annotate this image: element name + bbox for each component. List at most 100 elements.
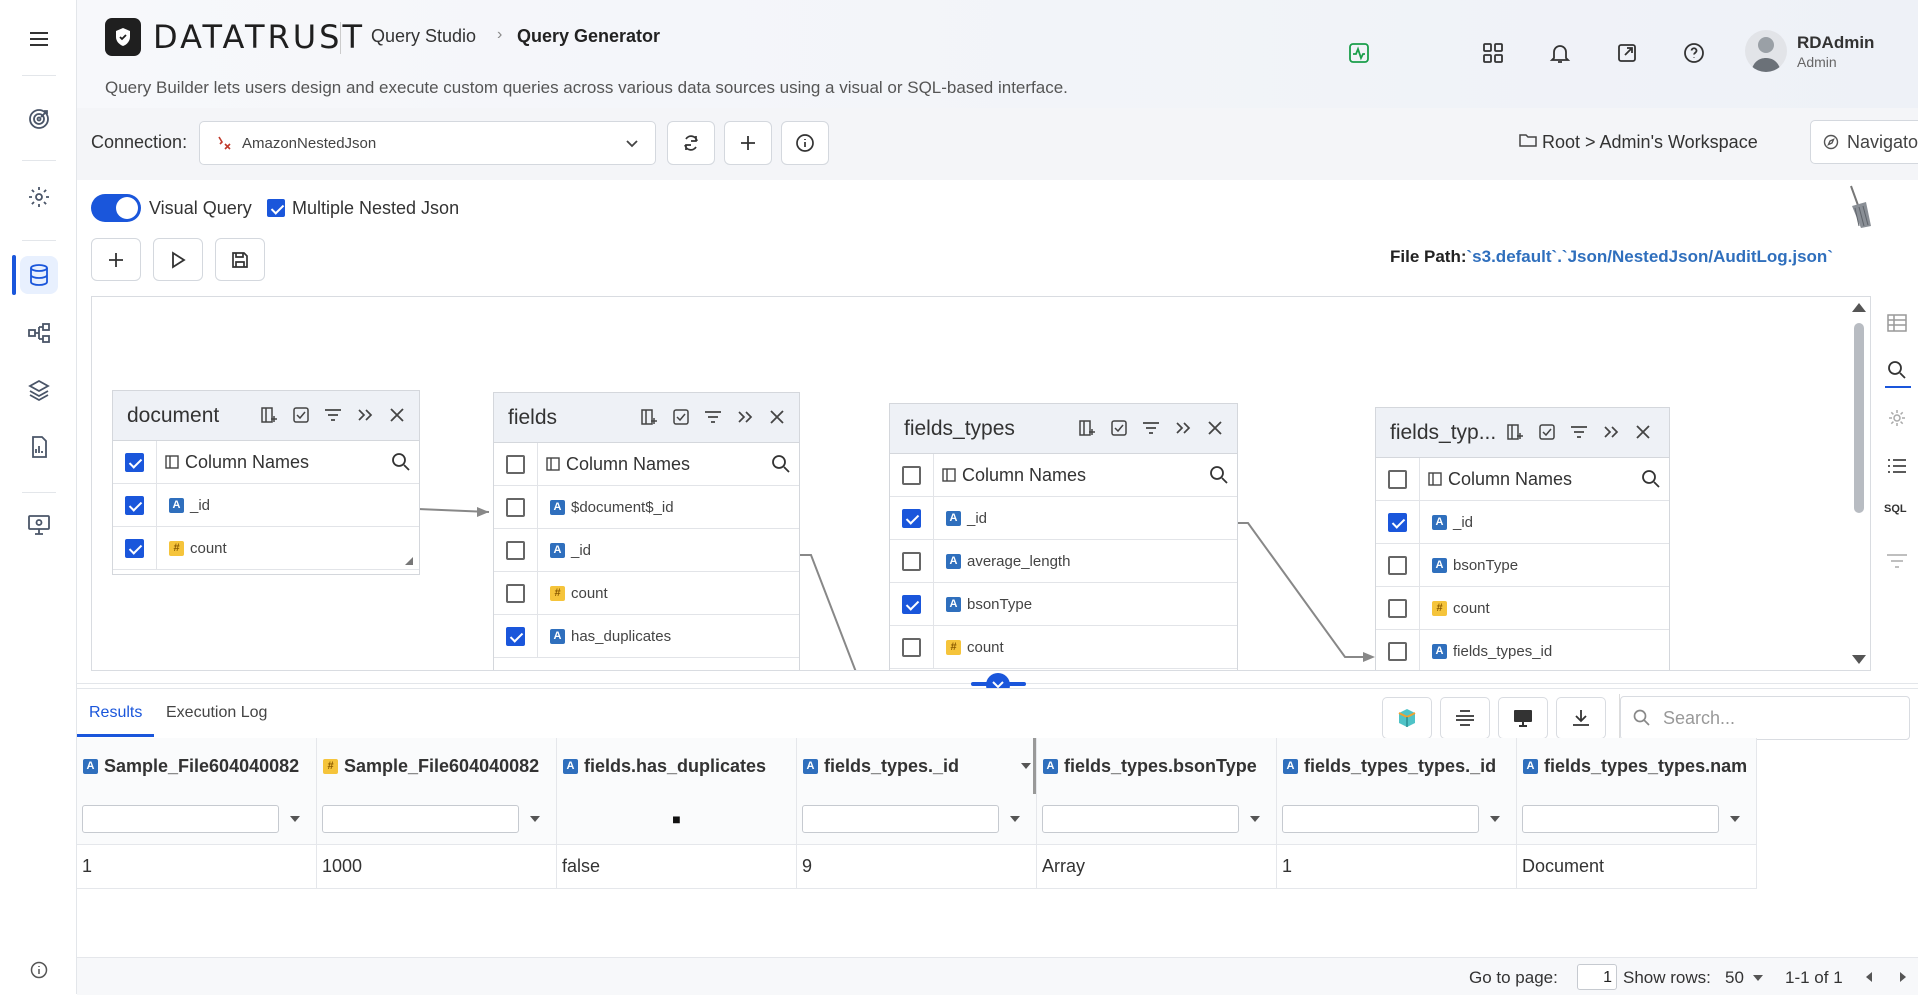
column-filter-input[interactable] bbox=[1522, 805, 1719, 833]
field-checkbox[interactable] bbox=[902, 637, 921, 657]
table-view-icon[interactable] bbox=[1884, 310, 1910, 336]
field-row[interactable]: # count bbox=[890, 626, 1237, 669]
broom-icon[interactable] bbox=[1843, 184, 1873, 230]
table-header[interactable]: fields bbox=[494, 393, 799, 443]
info-icon[interactable] bbox=[20, 951, 58, 989]
field-checkbox[interactable] bbox=[902, 594, 921, 614]
column-filter-input[interactable] bbox=[1042, 805, 1239, 833]
avatar[interactable] bbox=[1745, 30, 1787, 72]
field-row[interactable]: A average_length bbox=[890, 540, 1237, 583]
field-row[interactable]: A _id bbox=[113, 484, 419, 527]
field-checkbox[interactable] bbox=[125, 495, 144, 515]
next-page-button[interactable] bbox=[1889, 963, 1917, 991]
lineage-icon[interactable] bbox=[20, 314, 58, 352]
field-row[interactable]: # count bbox=[494, 572, 799, 615]
settings-icon[interactable] bbox=[20, 178, 58, 216]
connection-info-button[interactable] bbox=[781, 121, 829, 165]
download-button[interactable] bbox=[1556, 697, 1606, 739]
select-all-checkbox[interactable] bbox=[902, 465, 921, 485]
column-header[interactable]: Afields_types._id bbox=[797, 738, 1037, 794]
settings-icon[interactable] bbox=[1884, 405, 1910, 431]
filter-dropdown-icon[interactable] bbox=[1249, 815, 1261, 823]
search-icon[interactable] bbox=[771, 454, 791, 474]
filter-icon[interactable] bbox=[701, 405, 725, 429]
target-icon[interactable] bbox=[20, 100, 58, 138]
page-number-input[interactable]: 1 bbox=[1577, 964, 1617, 990]
field-checkbox[interactable] bbox=[506, 497, 525, 517]
filter-dropdown-icon[interactable] bbox=[1729, 815, 1741, 823]
list-icon[interactable] bbox=[1884, 453, 1910, 479]
add-connection-button[interactable] bbox=[724, 121, 772, 165]
save-query-button[interactable] bbox=[215, 238, 265, 281]
sql-tool[interactable]: SQL bbox=[1884, 503, 1907, 515]
table-cell[interactable]: Array bbox=[1037, 844, 1277, 889]
table-cell[interactable]: 1000 bbox=[317, 844, 557, 889]
column-filter-input[interactable] bbox=[322, 805, 519, 833]
add-column-icon[interactable] bbox=[637, 405, 661, 429]
align-button[interactable] bbox=[1440, 697, 1490, 739]
external-link-icon[interactable] bbox=[1612, 38, 1642, 68]
file-path-value[interactable]: `s3.default`.`Json/NestedJson/AuditLog.j… bbox=[1467, 247, 1833, 266]
resize-handle-icon[interactable] bbox=[405, 557, 413, 565]
field-checkbox[interactable] bbox=[506, 626, 525, 646]
visual-query-toggle[interactable] bbox=[91, 194, 141, 222]
field-checkbox[interactable] bbox=[506, 583, 525, 603]
close-icon[interactable] bbox=[385, 403, 409, 427]
column-header[interactable]: Afields_types.bsonType bbox=[1037, 738, 1277, 794]
column-header[interactable]: # Sample_File604040082 bbox=[317, 738, 557, 794]
boolean-filter-toggle[interactable]: ■ bbox=[672, 811, 680, 827]
table-fields-types[interactable]: fields_types Column Names A _id A averag… bbox=[889, 403, 1238, 670]
run-query-button[interactable] bbox=[153, 238, 203, 281]
field-checkbox[interactable] bbox=[1388, 512, 1407, 532]
activity-icon[interactable] bbox=[1344, 38, 1374, 68]
canvas-scrollbar[interactable] bbox=[1854, 323, 1864, 513]
filter-icon[interactable] bbox=[1567, 420, 1591, 444]
search-icon[interactable] bbox=[391, 452, 411, 472]
monitor-settings-icon[interactable] bbox=[20, 506, 58, 544]
breadcrumb-parent[interactable]: Query Studio bbox=[371, 26, 476, 47]
table-fields-types-types[interactable]: fields_typ... Column Names A _id A bsonT… bbox=[1375, 407, 1670, 670]
add-column-icon[interactable] bbox=[257, 403, 281, 427]
database-icon[interactable] bbox=[20, 256, 58, 294]
field-checkbox[interactable] bbox=[1388, 598, 1407, 618]
expand-icon[interactable] bbox=[733, 405, 757, 429]
table-header[interactable]: fields_types bbox=[890, 404, 1237, 454]
field-row[interactable]: A has_duplicates bbox=[494, 615, 799, 658]
select-all-icon[interactable] bbox=[669, 405, 693, 429]
field-row[interactable]: # count bbox=[1376, 587, 1669, 630]
table-fields[interactable]: fields Column Names A $document$_id A _i… bbox=[493, 392, 800, 670]
select-all-icon[interactable] bbox=[1535, 420, 1559, 444]
add-column-icon[interactable] bbox=[1075, 416, 1099, 440]
column-header[interactable]: A Sample_File604040082 bbox=[77, 738, 317, 794]
table-cell[interactable]: 9 bbox=[797, 844, 1037, 889]
grid-apps-icon[interactable] bbox=[1478, 38, 1508, 68]
column-header[interactable]: Afields_types_types._id bbox=[1277, 738, 1517, 794]
table-cell[interactable]: false bbox=[557, 844, 797, 889]
scroll-down-icon[interactable] bbox=[1852, 655, 1866, 664]
scroll-up-icon[interactable] bbox=[1852, 303, 1866, 312]
results-search[interactable]: Search... bbox=[1620, 696, 1910, 740]
layers-icon[interactable] bbox=[20, 371, 58, 409]
field-checkbox[interactable] bbox=[125, 538, 144, 558]
field-row[interactable]: A _id bbox=[494, 529, 799, 572]
column-header[interactable]: Afields_types_types.nam bbox=[1517, 738, 1757, 794]
field-row[interactable]: A _id bbox=[890, 497, 1237, 540]
expand-icon[interactable] bbox=[353, 403, 377, 427]
model-view-button[interactable] bbox=[1382, 697, 1432, 739]
bell-icon[interactable] bbox=[1545, 38, 1575, 68]
add-column-icon[interactable] bbox=[1503, 420, 1527, 444]
close-icon[interactable] bbox=[1203, 416, 1227, 440]
field-row[interactable]: A _id bbox=[1376, 501, 1669, 544]
search-icon[interactable] bbox=[1209, 465, 1229, 485]
refresh-connection-button[interactable] bbox=[667, 121, 715, 165]
expand-icon[interactable] bbox=[1171, 416, 1195, 440]
field-row[interactable]: A bsonType bbox=[890, 583, 1237, 626]
filter-icon[interactable] bbox=[321, 403, 345, 427]
filter-dropdown-icon[interactable] bbox=[1489, 815, 1501, 823]
field-checkbox[interactable] bbox=[1388, 555, 1407, 575]
filter-icon[interactable] bbox=[1139, 416, 1163, 440]
select-all-icon[interactable] bbox=[1107, 416, 1131, 440]
menu-icon[interactable] bbox=[20, 20, 58, 58]
table-header[interactable]: document bbox=[113, 391, 419, 441]
field-checkbox[interactable] bbox=[902, 551, 921, 571]
